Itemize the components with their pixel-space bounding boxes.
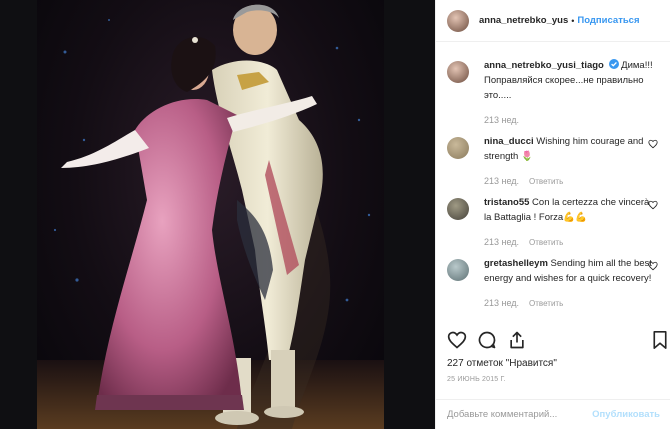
comment-like-icon[interactable] — [648, 139, 658, 149]
caption-username[interactable]: anna_netrebko_yusi_tiago — [484, 60, 604, 71]
comment-username[interactable]: tristano55 — [484, 197, 529, 208]
bookmark-icon[interactable] — [651, 330, 670, 352]
comment-time[interactable]: 213 нед. — [484, 237, 519, 247]
header-separator: • — [571, 15, 575, 26]
commenter-avatar[interactable] — [447, 137, 469, 159]
post-actions-bar — [447, 330, 667, 354]
caption-avatar[interactable] — [447, 61, 469, 83]
opera-couple-image — [37, 4, 384, 429]
commenter-avatar[interactable] — [447, 198, 469, 220]
comment-time[interactable]: 213 нед. — [484, 176, 519, 186]
comment-icon[interactable] — [477, 330, 499, 352]
comment-item: gretashelleym Sending him all the best e… — [436, 256, 670, 311]
commenter-avatar[interactable] — [447, 259, 469, 281]
caption-comment: anna_netrebko_yusi_tiago Дима!!! Поправл… — [436, 58, 670, 128]
publish-button[interactable]: Опубликовать — [592, 409, 660, 420]
comment-username[interactable]: nina_ducci — [484, 136, 534, 147]
reply-button[interactable]: Ответить — [529, 299, 563, 308]
comment-like-icon[interactable] — [648, 261, 658, 271]
follow-button[interactable]: Подписаться — [577, 15, 639, 26]
reply-button[interactable]: Ответить — [529, 238, 563, 247]
caption-time[interactable]: 213 нед. — [484, 115, 519, 125]
verified-badge-icon — [608, 59, 619, 69]
reply-button[interactable]: Ответить — [529, 177, 563, 186]
author-avatar[interactable] — [447, 9, 469, 32]
comment-item: tristano55 Con la certezza che vincerà l… — [436, 195, 670, 250]
post-side-panel: anna_netrebko_yus • Подписаться anna_net… — [435, 0, 670, 429]
heart-icon[interactable] — [447, 330, 469, 352]
add-comment-input[interactable] — [447, 409, 593, 420]
post-date[interactable]: 25 ИЮНЬ 2015 Г. — [447, 376, 506, 383]
author-username[interactable]: anna_netrebko_yus — [479, 15, 568, 26]
comment-time[interactable]: 213 нед. — [484, 298, 519, 308]
comment-username[interactable]: gretashelleym — [484, 258, 548, 269]
comment-like-icon[interactable] — [648, 200, 658, 210]
post-photo[interactable] — [37, 0, 384, 429]
add-comment-bar: Опубликовать — [436, 399, 670, 429]
comment-item: nina_ducci Wishing him courage and stren… — [436, 134, 670, 189]
likes-count[interactable]: 227 отметок "Нравится" — [447, 358, 557, 369]
share-icon[interactable] — [507, 330, 529, 352]
comments-list[interactable]: anna_netrebko_yusi_tiago Дима!!! Поправл… — [436, 50, 670, 326]
post-header: anna_netrebko_yus • Подписаться — [436, 0, 670, 42]
